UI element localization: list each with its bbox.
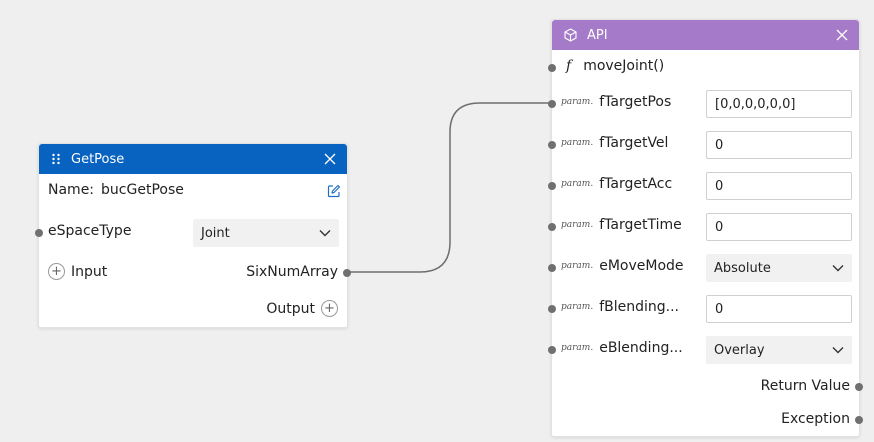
drag-handle-icon[interactable]: [51, 153, 61, 165]
ftargetacc-input[interactable]: 0: [706, 172, 852, 200]
param-name: fBlending...: [599, 299, 679, 315]
ftargetvel-input[interactable]: 0: [706, 131, 852, 159]
fblending-input[interactable]: 0: [706, 295, 852, 323]
emovemode-select[interactable]: Absolute: [706, 254, 852, 282]
param-tag: param.: [561, 220, 594, 230]
getpose-node[interactable]: GetPose Name: bucGetPose eSpaceType Join…: [35, 143, 351, 328]
cube-icon: [564, 28, 577, 42]
param-tag: param.: [561, 179, 594, 189]
ftargetpos-input[interactable]: [0,0,0,0,0,0]: [706, 90, 852, 118]
api-node-title: API: [587, 27, 608, 43]
sixnumarray-label: SixNumArray: [246, 264, 338, 280]
param-row-fblending: param. fBlending...: [561, 299, 679, 315]
param-name: eBlending...: [599, 340, 683, 356]
exception-row: Exception: [781, 411, 850, 427]
chevron-down-icon: [832, 264, 844, 272]
function-icon: f: [566, 58, 572, 74]
param-tag: param.: [561, 261, 594, 271]
param-name: fTargetTime: [599, 217, 682, 233]
api-node-header[interactable]: API: [552, 20, 859, 50]
name-label: Name:: [48, 182, 95, 198]
ftargettime-input[interactable]: 0: [706, 213, 852, 241]
espacetype-row: eSpaceType: [48, 223, 131, 239]
param-row-ftargettime: param. fTargetTime: [561, 217, 682, 233]
param-name: fTargetVel: [599, 135, 669, 151]
param-port-ftargetpos[interactable]: [548, 100, 556, 108]
param-name: fTargetAcc: [599, 176, 673, 192]
return-value-label: Return Value: [760, 378, 850, 394]
param-port-eblending[interactable]: [548, 346, 556, 354]
espacetype-label: eSpaceType: [48, 223, 132, 239]
chevron-down-icon: [319, 229, 331, 237]
function-input-port[interactable]: [548, 64, 556, 72]
param-port-ftargettime[interactable]: [548, 223, 556, 231]
close-icon[interactable]: [321, 150, 339, 168]
param-port-ftargetacc[interactable]: [548, 182, 556, 190]
output-label: Output: [266, 300, 315, 317]
output-row: Output +: [266, 300, 338, 317]
param-tag: param.: [561, 138, 594, 148]
name-value: bucGetPose: [101, 182, 184, 198]
espacetype-select[interactable]: Joint: [193, 219, 339, 247]
exception-label: Exception: [781, 411, 850, 427]
param-row-eblending: param. eBlending...: [561, 340, 683, 356]
sixnumarray-output-port[interactable]: [343, 269, 351, 277]
param-name: fTargetPos: [599, 94, 672, 110]
emovemode-select-value: Absolute: [714, 260, 771, 276]
name-row: Name: bucGetPose: [48, 182, 184, 198]
add-input-icon[interactable]: +: [48, 263, 65, 280]
close-icon[interactable]: [833, 26, 851, 44]
chevron-down-icon: [832, 346, 844, 354]
return-value-row: Return Value: [761, 378, 850, 394]
api-node[interactable]: API f moveJoint() param. fTargetPos [0,0…: [548, 19, 863, 437]
function-row: f moveJoint(): [566, 58, 664, 74]
add-output-icon[interactable]: +: [321, 300, 338, 317]
param-row-ftargetacc: param. fTargetAcc: [561, 176, 672, 192]
param-tag: param.: [561, 343, 594, 353]
connection-wire[interactable]: [347, 102, 551, 273]
edit-icon[interactable]: [327, 184, 341, 198]
input-row: + Input: [48, 263, 107, 280]
input-label: Input: [71, 263, 108, 280]
sixnumarray-row: SixNumArray: [246, 264, 338, 280]
function-name: moveJoint(): [583, 58, 665, 74]
param-port-emovemode[interactable]: [548, 264, 556, 272]
param-port-ftargetvel[interactable]: [548, 141, 556, 149]
param-port-fblending[interactable]: [548, 305, 556, 313]
return-value-output-port[interactable]: [855, 383, 863, 391]
getpose-node-title: GetPose: [71, 151, 125, 167]
espacetype-input-port[interactable]: [35, 229, 43, 237]
exception-output-port[interactable]: [855, 416, 863, 424]
param-row-ftargetpos: param. fTargetPos: [561, 94, 671, 110]
param-name: eMoveMode: [599, 258, 684, 274]
getpose-node-header[interactable]: GetPose: [39, 144, 347, 174]
espacetype-select-value: Joint: [201, 225, 230, 241]
param-row-emovemode: param. eMoveMode: [561, 258, 684, 274]
param-tag: param.: [561, 97, 594, 107]
param-row-ftargetvel: param. fTargetVel: [561, 135, 668, 151]
param-tag: param.: [561, 302, 594, 312]
eblending-select-value: Overlay: [714, 342, 765, 358]
eblending-select[interactable]: Overlay: [706, 336, 852, 364]
